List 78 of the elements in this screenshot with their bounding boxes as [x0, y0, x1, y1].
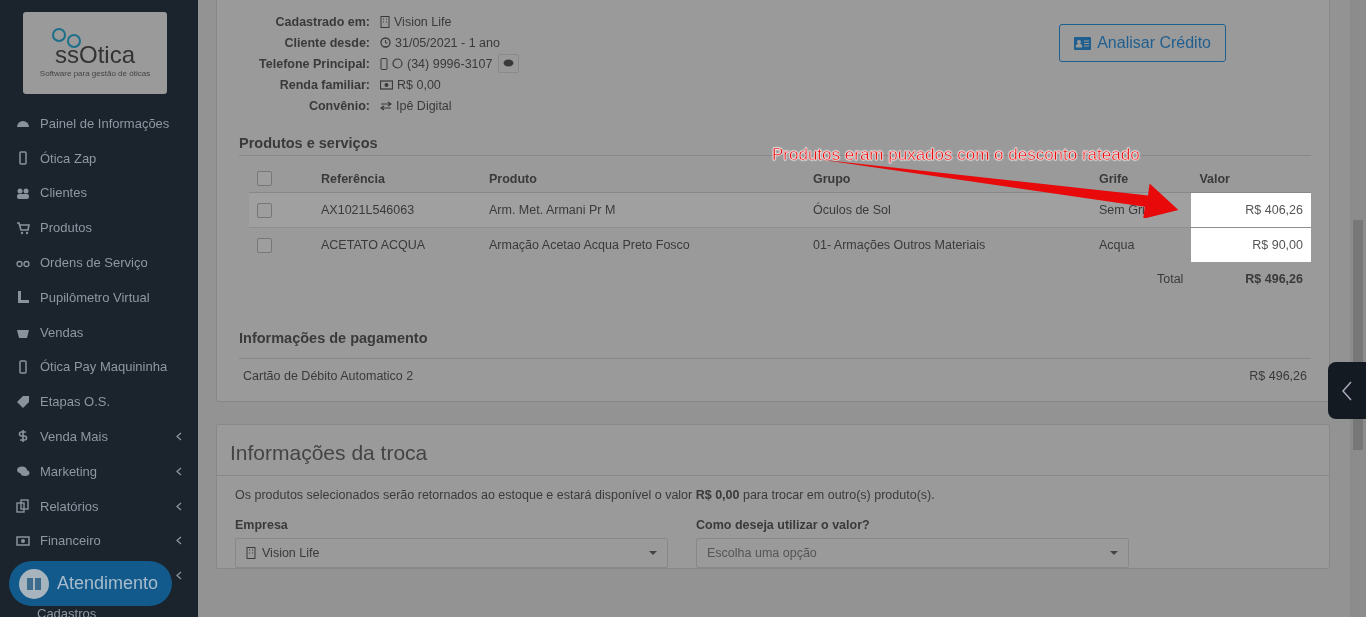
description: Os produtos selecionados serão retornados ao estoque e estará disponível o valor R$ 0,00 para trocar em outro(s) produto(s).	[235, 488, 936, 502]
sidebar-item[interactable]: Marketing	[0, 453, 198, 489]
scrollbar[interactable]	[1350, 0, 1366, 617]
money-icon	[380, 79, 393, 90]
copy-icon	[16, 499, 30, 513]
phone-icon	[16, 359, 30, 374]
checkbox[interactable]	[257, 237, 272, 253]
chevron-icon	[176, 501, 182, 511]
panel-toggle[interactable]	[1328, 362, 1366, 419]
logo-text: ssOtica	[55, 43, 135, 68]
dollar-icon	[16, 429, 30, 444]
chevron-icon	[176, 466, 182, 476]
table-cell: Arm. Met. Armani Pr M	[481, 192, 805, 228]
sidebar-item[interactable]: Pupilômetro Virtual	[0, 279, 198, 315]
field-label: Como deseja utilizar o valor?	[696, 518, 871, 532]
caret-icon	[649, 551, 657, 555]
column-header: Valor	[1191, 165, 1311, 193]
table-cell: ACETATO ACQUA	[313, 227, 481, 262]
info-value: (34) 9996-3107	[407, 56, 493, 71]
support-button[interactable]: Atendimento	[9, 561, 172, 606]
building-icon	[246, 547, 256, 559]
info-label: Convênio:	[307, 98, 371, 113]
total-label: Total	[1091, 262, 1192, 296]
ruler-icon	[16, 290, 30, 305]
payment-amount: R$ 496,26	[1249, 369, 1307, 383]
money-icon	[16, 533, 30, 548]
sidebar-item[interactable]: Produtos	[0, 210, 198, 246]
table-cell: R$ 406,26	[1191, 192, 1311, 228]
info-value: Vision Life	[394, 14, 452, 29]
chevron-icon	[176, 571, 182, 581]
info-value: R$ 0,00	[397, 77, 441, 92]
caret-icon	[1110, 551, 1118, 555]
table-cell: R$ 90,00	[1191, 227, 1311, 262]
checkbox[interactable]	[257, 171, 272, 187]
payment-method: Cartão de Débito Automatico 2	[243, 369, 414, 383]
info-label: Telefone Principal:	[258, 56, 371, 71]
checkbox[interactable]	[257, 202, 272, 218]
id-card-icon	[1074, 36, 1092, 50]
sidebar-item[interactable]: Painel de Informações	[0, 105, 198, 141]
clock-icon	[380, 37, 391, 48]
building-icon	[380, 15, 390, 28]
sidebar-item[interactable]: Vendas	[0, 314, 198, 350]
chat-icon	[16, 464, 30, 479]
total-value: R$ 496,26	[1191, 262, 1311, 296]
info-label: Cadastrado em:	[274, 14, 371, 29]
table-cell: Armação Acetao Acqua Preto Fosco	[481, 227, 805, 262]
info-label: Cliente desde:	[283, 35, 371, 50]
info-value: Ipê Digital	[396, 98, 452, 113]
table-cell: AX1021L546063	[313, 192, 481, 228]
card-title: Informações da troca	[217, 425, 1329, 476]
phone-icon	[16, 151, 30, 166]
section-title: Informações de pagamento	[239, 330, 1311, 359]
column-header: Referência	[313, 165, 481, 193]
cart-icon	[16, 220, 30, 235]
chat-icon	[503, 59, 515, 68]
field-label: Empresa	[235, 518, 289, 532]
table-cell: 01- Armações Outros Materiais	[805, 227, 1091, 262]
chevron-icon	[176, 536, 182, 546]
chevron-icon	[1342, 380, 1352, 401]
info-value: 31/05/2021 - 1 ano	[395, 35, 500, 50]
exchange-icon	[380, 100, 392, 111]
column-header: Produto	[481, 165, 805, 193]
chevron-icon	[176, 431, 182, 441]
select-field[interactable]: Vision Life	[235, 538, 668, 568]
tag-icon	[16, 394, 30, 409]
sidebar-item[interactable]: Relatórios	[0, 488, 198, 524]
info-label: Renda familiar:	[278, 77, 371, 92]
message-button[interactable]	[498, 54, 520, 73]
sidebar-item[interactable]: Financeiro	[0, 523, 198, 559]
logo-tagline: Software para gestão de óticas	[39, 69, 151, 79]
annotation-text: Produtos eram puxados com o desconto rateado	[772, 145, 1140, 165]
sidebar-item[interactable]: Clientes	[0, 175, 198, 211]
sidebar-item[interactable]: Ótica Zap	[0, 140, 198, 176]
sidebar-item[interactable]: Venda Mais	[0, 419, 198, 454]
phone-icon	[380, 57, 388, 70]
sidebar-item[interactable]: Ordens de Serviço	[0, 245, 198, 280]
sidebar-item[interactable]: Ótica Pay Maquininha	[0, 349, 198, 385]
sidebar-item[interactable]: Etapas O.S.	[0, 384, 198, 419]
